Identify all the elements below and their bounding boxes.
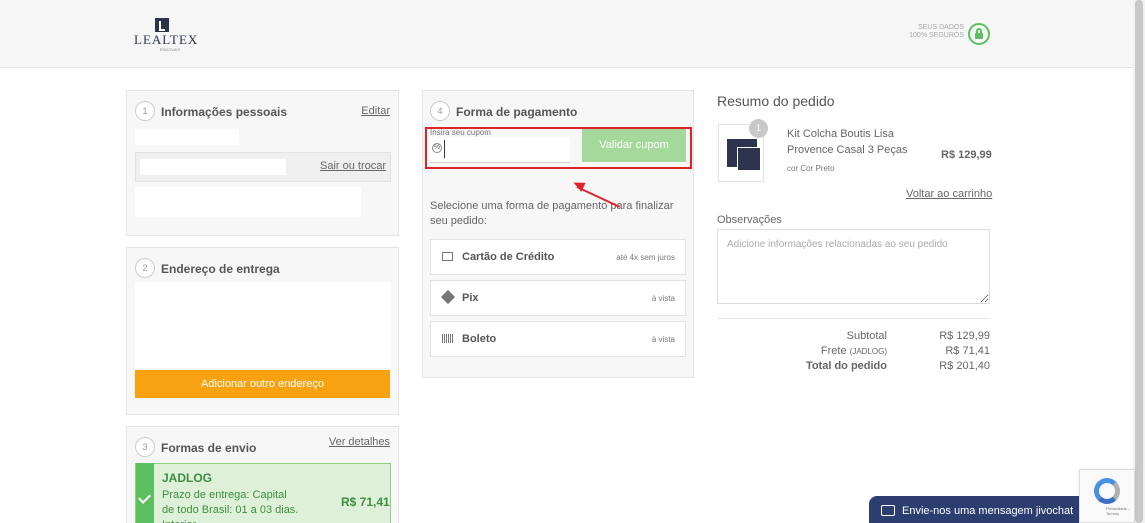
notes-label: Observações: [717, 214, 782, 226]
chat-widget[interactable]: Envie-nos uma mensagem jivochat: [869, 496, 1103, 523]
chat-message: Envie-nos uma mensagem: [902, 505, 1033, 517]
payment-option-name: Pix: [462, 292, 479, 304]
chat-bubble-icon: [881, 505, 895, 516]
delivery-address-title: Endereço de entrega: [161, 262, 280, 276]
logout-link[interactable]: Sair ou trocar: [320, 160, 386, 172]
header: LEALTEX ENXOVAIS SEUS DADOS 100% SEGUROS: [0, 0, 1145, 68]
add-address-button[interactable]: Adicionar outro endereço: [135, 370, 390, 398]
logo-subtext: ENXOVAIS: [160, 47, 181, 52]
address-placeholder: [135, 282, 391, 368]
product-name: Kit Colcha Boutis Lisa Provence Casal 3 …: [787, 128, 908, 156]
back-to-cart-link[interactable]: Voltar ao carrinho: [906, 188, 992, 200]
personal-info-title: Informações pessoais: [161, 105, 288, 119]
chat-label: Envie-nos uma mensagem jivochat: [902, 505, 1073, 517]
check-icon: [136, 463, 154, 523]
payment-option-note: à vista: [651, 294, 675, 303]
shipping-methods-card: 3 Formas de envio Ver detalhes JADLOG Pr…: [126, 426, 399, 523]
total-label: Total do pedido: [805, 360, 887, 372]
payment-option-boleto[interactable]: Boleto à vista: [430, 321, 686, 357]
credit-card-icon: [442, 252, 453, 261]
freight-carrier: (JADLOG): [849, 347, 887, 356]
freight-label: Frete: [820, 345, 847, 357]
coupon-highlight-box: [425, 127, 692, 169]
total-value: R$ 201,40: [939, 360, 990, 372]
shipping-option-price: R$ 71,41: [341, 495, 390, 509]
barcode-icon: [442, 334, 453, 343]
step-number: 4: [430, 101, 450, 121]
scrollbar-thumb[interactable]: [1135, 0, 1143, 523]
shipping-option-description: Prazo de entrega: Capital de todo Brasil…: [162, 489, 299, 523]
notes-textarea[interactable]: [717, 229, 990, 304]
recaptcha-icon: [1094, 478, 1120, 504]
step-number: 1: [135, 101, 155, 121]
subtotal-value: R$ 129,99: [939, 330, 990, 342]
payment-option-credit-card[interactable]: Cartão de Crédito até 4x sem juros: [430, 239, 686, 275]
shipping-methods-title: Formas de envio: [161, 441, 257, 455]
personal-info-placeholder: [135, 129, 239, 145]
payment-method-title: Forma de pagamento: [456, 105, 578, 119]
payment-option-name: Boleto: [462, 333, 497, 345]
account-email-placeholder: [140, 159, 286, 175]
product-image: [727, 139, 760, 170]
lealtex-logo[interactable]: LEALTEX ENXOVAIS: [134, 18, 197, 52]
shipping-details-link[interactable]: Ver detalhes: [329, 436, 390, 448]
lock-icon: [968, 23, 990, 45]
payment-option-name: Cartão de Crédito: [462, 251, 555, 263]
payment-instruction: Selecione uma forma de pagamento para fi…: [430, 200, 674, 227]
shipping-option-jadlog[interactable]: JADLOG Prazo de entrega: Capital de todo…: [135, 463, 391, 523]
logo-text: LEALTEX: [134, 32, 199, 47]
personal-info-card: 1 Informações pessoais Editar Sair ou tr…: [126, 90, 399, 236]
subtotal-label: Subtotal: [846, 330, 887, 342]
recaptcha-terms: Privacidade - Termos: [1106, 506, 1130, 516]
shipping-option-name: JADLOG: [162, 471, 213, 485]
product-price: R$ 129,99: [941, 149, 992, 161]
freight-value: R$ 71,41: [945, 345, 990, 357]
payment-option-note: à vista: [651, 335, 675, 344]
edit-link[interactable]: Editar: [361, 105, 390, 117]
secure-line-2: 100% SEGUROS: [909, 32, 964, 39]
freight-label-row: Frete (JADLOG): [767, 345, 887, 357]
delivery-address-card: 2 Endereço de entrega Adicionar outro en…: [126, 247, 399, 415]
order-summary-title: Resumo do pedido: [717, 93, 835, 109]
logo-mark-icon: [155, 18, 169, 32]
pix-icon: [440, 289, 456, 305]
summary-divider: [717, 318, 990, 319]
chat-brand: jivochat: [1035, 505, 1074, 517]
product-variant: cor Cor Preto: [787, 164, 835, 173]
payment-option-pix[interactable]: Pix à vista: [430, 280, 686, 316]
quantity-badge: 1: [749, 119, 768, 138]
step-number: 2: [135, 258, 155, 278]
payment-option-note: até 4x sem juros: [616, 253, 675, 262]
recaptcha-badge[interactable]: Privacidade - Termos: [1079, 469, 1135, 523]
secure-line-1: SEUS DADOS: [918, 24, 964, 31]
secure-data-label: SEUS DADOS 100% SEGUROS: [900, 24, 964, 40]
step-number: 3: [135, 437, 155, 457]
personal-info-placeholder-2: [135, 187, 361, 217]
account-row: Sair ou trocar: [135, 152, 391, 182]
